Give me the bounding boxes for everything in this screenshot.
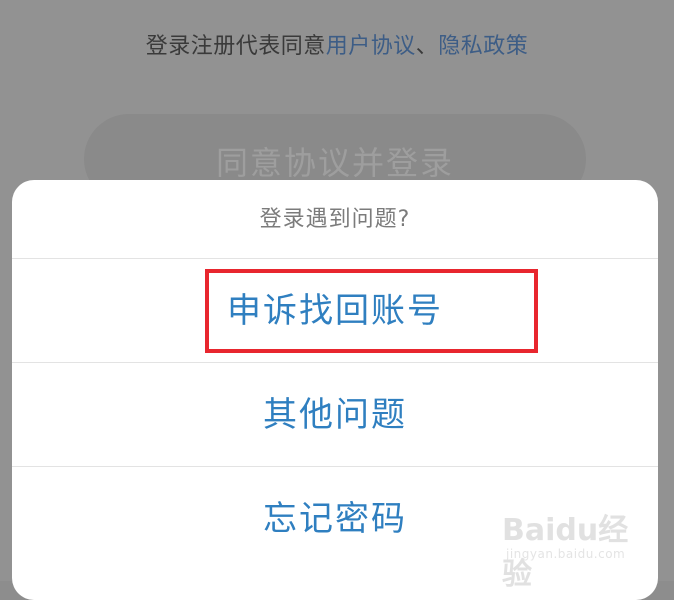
- divider: [12, 362, 658, 363]
- divider: [12, 258, 658, 259]
- agreement-text: 登录注册代表同意用户协议、隐私政策: [0, 28, 674, 60]
- action-sheet-title: 登录遇到问题?: [259, 207, 411, 232]
- watermark-url: jingyan.baidu.com: [506, 547, 626, 561]
- agreement-separator: 、: [415, 34, 439, 59]
- option-label: 其他问题: [263, 395, 407, 435]
- other-issues-option[interactable]: 其他问题: [12, 364, 658, 466]
- option-label: 申诉找回账号: [227, 291, 443, 331]
- baidu-jingyan-watermark: Baidu经验 jingyan.baidu.com: [502, 505, 652, 592]
- user-agreement-link[interactable]: 用户协议: [326, 34, 416, 59]
- option-label: 忘记密码: [263, 499, 407, 539]
- appeal-recover-account-option[interactable]: 申诉找回账号: [12, 260, 658, 362]
- divider: [12, 466, 658, 467]
- privacy-policy-link[interactable]: 隐私政策: [438, 34, 528, 59]
- login-button-label: 同意协议并登录: [215, 144, 454, 182]
- agreement-prefix: 登录注册代表同意: [145, 34, 326, 59]
